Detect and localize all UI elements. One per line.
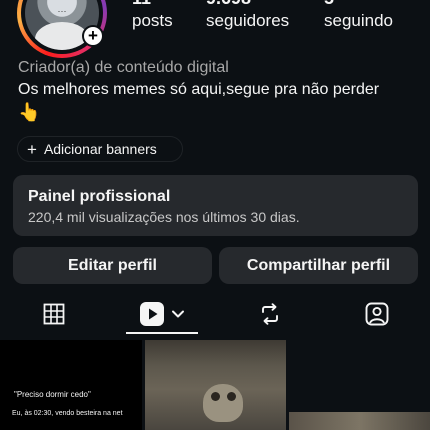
avatar-shirt	[35, 22, 89, 50]
share-profile-button[interactable]: Compartilhar perfil	[219, 247, 418, 284]
plus-icon: +	[27, 139, 37, 159]
following-label[interactable]: seguindo	[324, 11, 393, 31]
tab-tagged[interactable]	[337, 294, 417, 334]
add-banners-label: Adicionar banners	[43, 141, 157, 157]
plus-icon: +	[84, 27, 102, 45]
tab-reels[interactable]	[126, 294, 198, 334]
tagged-icon	[365, 302, 389, 326]
grid-post-2[interactable]	[145, 340, 286, 430]
add-banners-button[interactable]: + Adicionar banners	[17, 136, 183, 162]
meme-caption-line-1: "Preciso dormir cedo"	[14, 390, 91, 399]
followers-label[interactable]: seguidores	[206, 11, 289, 31]
followers-count[interactable]: 9.698	[206, 0, 251, 9]
grid-post-1[interactable]: "Preciso dormir cedo" Eu, às 02:30, vend…	[0, 340, 142, 430]
grid-icon	[43, 303, 65, 325]
reposts-icon	[262, 303, 278, 325]
add-story-button[interactable]: +	[82, 25, 104, 47]
posts-count[interactable]: 11	[132, 0, 151, 9]
tab-reposts[interactable]	[230, 294, 310, 334]
tab-posts-grid[interactable]	[14, 294, 94, 334]
frog-image	[203, 384, 243, 422]
active-tab-indicator	[126, 332, 198, 334]
professional-dashboard-card[interactable]: Painel profissional 220,4 mil visualizaç…	[13, 175, 418, 236]
reels-icon	[140, 302, 164, 326]
following-count[interactable]: 5	[324, 0, 334, 9]
posts-label[interactable]: posts	[132, 11, 173, 31]
frog-eye-right	[227, 392, 236, 401]
professional-dashboard-title: Painel profissional	[28, 188, 171, 205]
pointing-up-emoji: 👆	[18, 102, 41, 122]
profile-category: Criador(a) de conteúdo digital	[18, 59, 229, 76]
meme-caption-line-2: Eu, às 02:30, vendo besteira na net	[12, 410, 123, 417]
chevron-down-icon	[172, 310, 184, 318]
grid-post-3-thumbnail	[289, 412, 430, 430]
avatar-overlay-dots: ···	[57, 6, 67, 16]
profile-bio: Os melhores memes só aqui,segue pra não …	[18, 81, 380, 98]
frog-eye-left	[211, 392, 220, 401]
edit-profile-button[interactable]: Editar perfil	[13, 247, 212, 284]
professional-dashboard-views: 220,4 mil visualizações nos últimos 30 d…	[28, 209, 300, 225]
